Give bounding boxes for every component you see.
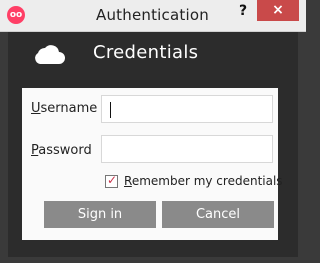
password-label: Password [31, 143, 92, 158]
cancel-button[interactable]: Cancel [162, 201, 274, 228]
password-label-text: assword [38, 143, 92, 158]
checkmark-icon: ✓ [107, 173, 118, 187]
title-bar: Authentication ? × [0, 0, 306, 32]
window-title: Authentication [96, 6, 209, 24]
help-button[interactable]: ? [236, 3, 250, 21]
cloud-icon [35, 45, 65, 64]
remember-mnemonic: R [124, 174, 132, 188]
remember-label-text: emember my credentials [131, 174, 283, 188]
header: Credentials [10, 32, 296, 84]
text-caret [110, 102, 111, 118]
password-input[interactable] [101, 135, 273, 163]
username-input[interactable] [101, 95, 273, 123]
app-icon [7, 6, 25, 24]
remember-label[interactable]: Remember my credentials [124, 174, 283, 188]
username-label: Username [31, 101, 97, 116]
username-label-text: sername [40, 101, 98, 116]
sign-in-button[interactable]: Sign in [44, 201, 156, 228]
header-title: Credentials [93, 42, 199, 63]
remember-checkbox[interactable]: ✓ [105, 173, 118, 188]
username-mnemonic: U [31, 101, 41, 116]
close-button[interactable]: × [257, 0, 299, 21]
